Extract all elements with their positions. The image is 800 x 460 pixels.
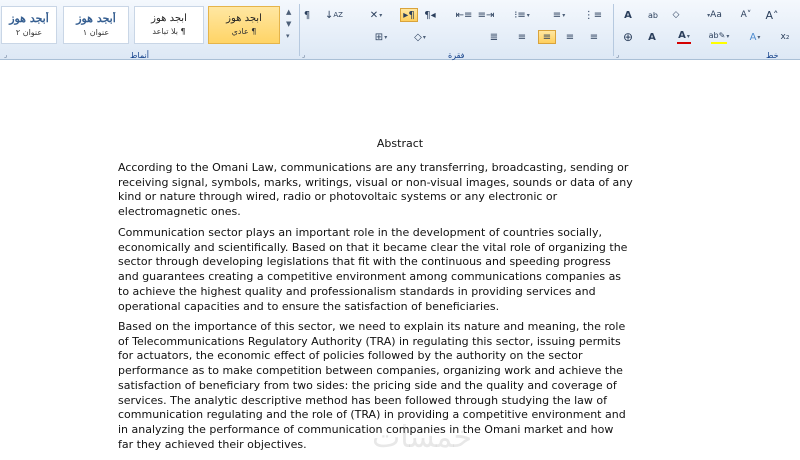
- styles-scroll[interactable]: ▲ ▼ ▾: [286, 6, 296, 46]
- increase-indent-icon[interactable]: ⇤≡: [456, 8, 473, 22]
- paragraph-dialog-launcher-icon[interactable]: ⌟: [302, 51, 305, 59]
- paragraph-2: Communication sector plays an important …: [118, 226, 678, 314]
- font-color-icon[interactable]: A▾: [670, 30, 698, 44]
- style-label: ¶ عادي: [231, 27, 257, 36]
- font-color-bar: [677, 41, 691, 44]
- text-line: performance as to make competition betwe…: [118, 364, 623, 378]
- scroll-down-icon[interactable]: ▼: [286, 18, 296, 30]
- text-line: of Telecommunications Regulatory Authori…: [118, 334, 621, 348]
- align-left-icon[interactable]: ≡: [586, 30, 602, 44]
- style-heading-2[interactable]: أبجد هوز عنوان ٢: [1, 6, 57, 44]
- text-line: kind or nature through wired, radio or p…: [118, 190, 558, 204]
- text-line: to achieve the highest quality and profe…: [118, 284, 596, 298]
- text-line: sector through developing legislations t…: [118, 255, 611, 269]
- line-spacing-icon[interactable]: ≣: [484, 30, 504, 44]
- ribbon-group-labels: أنماط ⌟ فقرة ⌟ خط ⌟: [0, 51, 800, 63]
- style-preview: أبجد هوز: [76, 12, 116, 25]
- text-line: Communication sector plays an important …: [118, 226, 602, 239]
- shading-icon[interactable]: ◇ ▾: [410, 30, 430, 44]
- text-line: electromagnetic ones.: [118, 205, 241, 219]
- border-grid-icon[interactable]: ⊞ ▾: [370, 30, 392, 44]
- style-normal[interactable]: أبجد هوز ¶ عادي: [208, 6, 280, 44]
- text-line: for actuators, the economic effect of po…: [118, 349, 583, 363]
- styles-gallery: أبجد هوز عنوان ٢ أبجد هوز عنوان ١ أبجد ه…: [0, 6, 283, 46]
- text-line: economically and scientifically. Based o…: [118, 240, 628, 254]
- align-center-icon[interactable]: ≡: [562, 30, 578, 44]
- multilevel-list-icon[interactable]: ⁝≡ ▾: [508, 8, 536, 22]
- more-styles-icon[interactable]: ▾: [286, 30, 296, 42]
- scroll-up-icon[interactable]: ▲: [286, 6, 296, 18]
- style-heading-1[interactable]: أبجد هوز عنوان ١: [63, 6, 129, 44]
- phonetic-guide-icon[interactable]: ab: [644, 8, 662, 22]
- text-line: receiving signal, symbols, marks, writin…: [118, 175, 633, 189]
- watermark: خمسات: [372, 420, 473, 455]
- show-marks-icon[interactable]: ¶: [300, 8, 314, 22]
- ltr-direction-icon[interactable]: ▸¶: [400, 8, 418, 22]
- shrink-font-icon[interactable]: A˅: [738, 8, 754, 22]
- text-line: operational capacities and to ensure the…: [118, 299, 500, 313]
- document-title: Abstract: [376, 137, 424, 150]
- change-case-icon[interactable]: ▾ Aa: [700, 8, 728, 22]
- style-label: ¶ بلا تباعد: [152, 27, 186, 36]
- text-line: According to the Omani Law, communicatio…: [118, 161, 629, 174]
- text-line: and guarantees creating a competitive en…: [118, 270, 622, 284]
- paragraph-group-label: فقرة: [448, 51, 465, 60]
- justify-icon[interactable]: ≡: [514, 30, 530, 44]
- character-border-icon[interactable]: ◇: [666, 8, 686, 22]
- style-label: عنوان ١: [82, 28, 110, 37]
- style-preview: أبجد هوز: [9, 12, 49, 25]
- text-line: Based on the importance of this sector, …: [118, 320, 626, 333]
- subscript-icon[interactable]: x₂: [778, 30, 792, 44]
- styles-group-label: أنماط: [130, 51, 149, 60]
- font-dialog-launcher-icon[interactable]: ⌟: [616, 51, 619, 59]
- grow-font-icon[interactable]: A˄: [764, 8, 780, 22]
- style-preview: أبجد هوز: [226, 13, 262, 24]
- decrease-indent-icon[interactable]: ≡⇥: [478, 8, 495, 22]
- align-right-icon[interactable]: ≡: [538, 30, 556, 44]
- text-line: services. The analytic descriptive metho…: [118, 393, 608, 407]
- font-shading-icon[interactable]: A: [644, 30, 660, 44]
- style-no-spacing[interactable]: أبجد هوز ¶ بلا تباعد: [134, 6, 204, 44]
- styles-dialog-launcher-icon[interactable]: ⌟: [4, 51, 7, 59]
- highlight-color-icon[interactable]: ab✎▾: [704, 30, 734, 44]
- borders-icon[interactable]: ✕ ▾: [366, 8, 386, 22]
- bullets-icon[interactable]: ⋮≡: [582, 8, 604, 22]
- clear-formatting-icon[interactable]: A: [620, 8, 636, 22]
- ribbon: أبجد هوز عنوان ٢ أبجد هوز عنوان ١ أبجد ه…: [0, 0, 800, 60]
- paragraph-1: According to the Omani Law, communicatio…: [118, 161, 678, 220]
- highlight-color-bar: [711, 41, 727, 44]
- group-separator: [613, 4, 614, 56]
- sort-icon[interactable]: ↓ AZ: [324, 8, 344, 22]
- font-group-label: خط: [766, 51, 779, 60]
- numbering-icon[interactable]: ≡ ▾: [546, 8, 572, 22]
- style-preview: أبجد هوز: [151, 13, 187, 24]
- text-line: satisfaction of beneficiary from two sid…: [118, 378, 617, 392]
- rtl-direction-icon[interactable]: ¶◂: [422, 8, 438, 22]
- enclose-characters-icon[interactable]: ⊕: [620, 30, 636, 44]
- style-label: عنوان ٢: [15, 28, 43, 37]
- text-effects-icon[interactable]: A ▾: [744, 30, 766, 44]
